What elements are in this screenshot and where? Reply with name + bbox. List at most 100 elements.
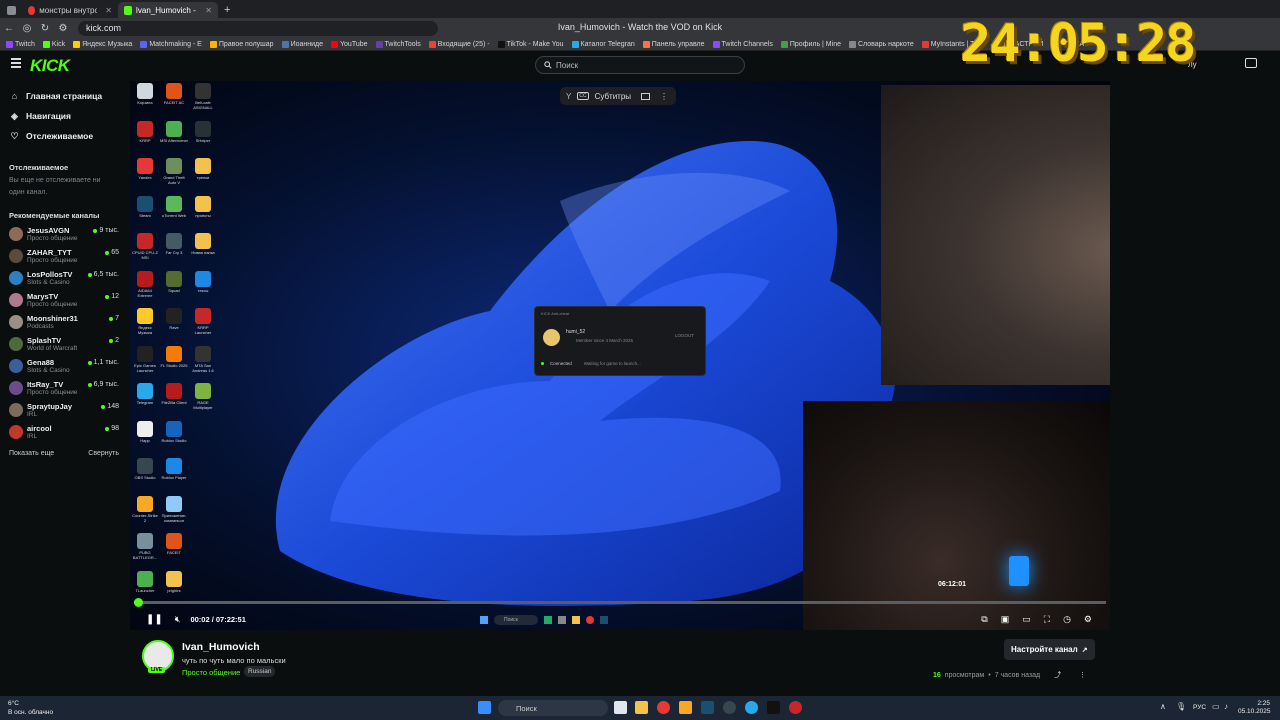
search-input[interactable]: Поиск (535, 56, 745, 74)
clock[interactable]: 2:25 05.10.2025 (1238, 700, 1271, 716)
filter-icon[interactable]: Y (566, 92, 571, 101)
bookmark-item[interactable]: Панель управле (642, 40, 705, 48)
close-tab-icon[interactable]: ✕ (105, 6, 112, 15)
show-more-link[interactable]: Показать еще (9, 450, 54, 457)
telegram-icon[interactable] (745, 701, 758, 714)
channel-item[interactable]: ZAHAR_TYT Просто общение 65 (0, 246, 130, 268)
header-menu-icon[interactable] (1245, 58, 1257, 68)
channel-item[interactable]: ItsRay_TV Просто общение 6,9 тыс. (0, 378, 130, 400)
channel-item[interactable]: JesusAVGN Просто общение 9 тыс. (0, 224, 130, 246)
task-view-icon[interactable] (614, 701, 627, 714)
bookmark-item[interactable]: Twitch (6, 40, 35, 48)
taskbar-search[interactable]: Поиск (498, 700, 608, 716)
browser-tab-2[interactable]: Ivan_Humovich - Watc ✕ (118, 2, 218, 18)
desktop-shortcut-label: Steam (139, 212, 151, 218)
settings-gear-icon[interactable]: ⚙ (1084, 614, 1092, 625)
popup-logout-button[interactable]: LOGOUT (675, 333, 694, 338)
channel-item[interactable]: SplashTV World of Warcraft 2 (0, 334, 130, 356)
bookmark-item[interactable]: TwitchTools (375, 40, 421, 48)
new-tab-button[interactable]: + (218, 2, 236, 18)
bookmark-item[interactable]: Входящие (25) - (428, 40, 490, 48)
bookmark-item[interactable]: TikTok - Make You (497, 40, 564, 48)
bookmark-item[interactable]: Каталог Telegran (571, 40, 635, 48)
channel-item[interactable]: Moonshiner31 Podcasts 7 (0, 312, 130, 334)
more-options-icon[interactable]: ⋮ (660, 92, 668, 101)
language-indicator[interactable]: РУС (1193, 704, 1206, 711)
popup-member-since: Member since 4 March 2025 (576, 338, 634, 343)
desktop-shortcut-icon (166, 120, 182, 137)
speed-icon[interactable]: ◷ (1063, 614, 1071, 625)
play-pause-icon[interactable]: ❚❚ (146, 614, 163, 625)
windows-start-icon[interactable] (478, 701, 491, 714)
channel-name[interactable]: Ivan_Humovich (182, 641, 260, 653)
more-icon[interactable]: ⋮ (1079, 671, 1086, 679)
bookmark-item[interactable]: Профиль | Mine (780, 40, 841, 48)
channel-item[interactable]: Gena88 Slots & Casino 1,1 тыс. (0, 356, 130, 378)
tray-chevron-icon[interactable]: ∧ (1160, 702, 1166, 711)
bookmark-item[interactable]: Правое полушар (209, 40, 274, 48)
browser-tab-1[interactable]: монстры внутрс 24 лич ✕ (22, 2, 118, 18)
desktop-shortcut-icon (137, 533, 153, 549)
app-icon[interactable] (767, 701, 780, 714)
theater-mode-icon[interactable]: ▭ (1022, 614, 1031, 625)
url-field[interactable]: kick.com (78, 20, 438, 36)
network-icon[interactable]: ▭ (1212, 702, 1220, 711)
browser-menu-button[interactable] (0, 2, 22, 18)
seek-bar[interactable] (134, 598, 1106, 607)
channel-item[interactable]: MarysTV Просто общение 12 (0, 290, 130, 312)
steam-icon[interactable] (701, 701, 714, 714)
back-icon[interactable]: ← (0, 23, 18, 34)
stream-category[interactable]: Просто общение (182, 668, 240, 677)
channel-item[interactable]: SpraytupJay IRL 148 (0, 400, 130, 422)
bookmark-item[interactable]: Kick (42, 40, 65, 48)
clip-icon[interactable]: ⧉ (981, 614, 987, 625)
bookmark-item[interactable]: Яндекс Музыка (73, 40, 132, 48)
channel-avatar (9, 249, 23, 263)
viewer-count-text: 65 (111, 249, 119, 256)
bookmark-item[interactable]: Словарь наркотe (848, 40, 914, 48)
close-tab-icon[interactable]: ✕ (205, 6, 212, 15)
bookmark-item[interactable]: Twitch Channels (712, 40, 773, 48)
viewer-count: 9 тыс. (93, 227, 119, 234)
nav-home[interactable]: ⌂ Главная страница (0, 86, 130, 106)
subtitles-icon[interactable]: CC (577, 92, 589, 100)
volume-icon[interactable]: ♪ (1224, 702, 1228, 711)
mute-icon[interactable]: 🔇︎ (175, 614, 181, 625)
pip-icon[interactable] (641, 92, 651, 100)
seek-handle[interactable] (134, 598, 143, 607)
nav-browse[interactable]: ◈ Навигация (0, 106, 130, 126)
fullscreen-icon[interactable]: ⛶ (1044, 614, 1050, 625)
desktop-shortcut: тексы (189, 270, 217, 305)
bookmark-item[interactable]: Matchmaking - E (140, 40, 202, 48)
video-player[interactable]: Корзина FACEIT AC Bell-cafe ASIGNALL KRRP MS… (130, 81, 1110, 630)
setup-channel-button[interactable]: Настройте канал ↗ (1004, 639, 1095, 660)
desktop-shortcut-label: KRRP (139, 137, 151, 143)
channel-item[interactable]: LosPollosTV Slots & Casino 6,5 тыс. (0, 268, 130, 290)
nav-following[interactable]: ♡ Отслеживаемое (0, 126, 130, 146)
mic-icon[interactable]: 🎙︎ (1176, 702, 1186, 711)
app-icon[interactable] (789, 701, 802, 714)
desktop-shortcut: тренки (189, 158, 217, 192)
yandex-browser-icon[interactable] (657, 701, 670, 714)
site-info-icon[interactable]: ⚙ (54, 23, 72, 34)
bookmark-item[interactable]: YouTube (331, 40, 368, 48)
weather-widget[interactable]: 6°C В осн. облачно (8, 699, 53, 717)
bookmark-item[interactable]: Иоанниде (281, 40, 323, 48)
subtitles-button[interactable]: Субтитры (595, 92, 631, 101)
collapse-link[interactable]: Свернуть (88, 450, 119, 457)
obs-icon[interactable] (723, 701, 736, 714)
share-icon[interactable]: ⤴ (1054, 670, 1061, 680)
time-display: 00:02 / 07:22:51 (190, 615, 246, 624)
kick-logo[interactable]: KICK (30, 56, 70, 76)
account-icon[interactable]: ◎ (18, 23, 36, 34)
reload-icon[interactable]: ↻ (36, 23, 54, 34)
channel-item[interactable]: aircool IRL 98 (0, 422, 130, 444)
nav-label: Навигация (26, 111, 71, 121)
app-icon[interactable] (679, 701, 692, 714)
desktop-shortcut-icon (166, 383, 182, 399)
stream-timer-overlay: 24:05:28 (960, 14, 1196, 74)
file-explorer-icon[interactable] (635, 701, 648, 714)
pip-icon[interactable]: ▣ (1001, 614, 1010, 625)
language-tag[interactable]: Russian (244, 666, 276, 677)
hamburger-menu-icon[interactable] (11, 58, 21, 70)
